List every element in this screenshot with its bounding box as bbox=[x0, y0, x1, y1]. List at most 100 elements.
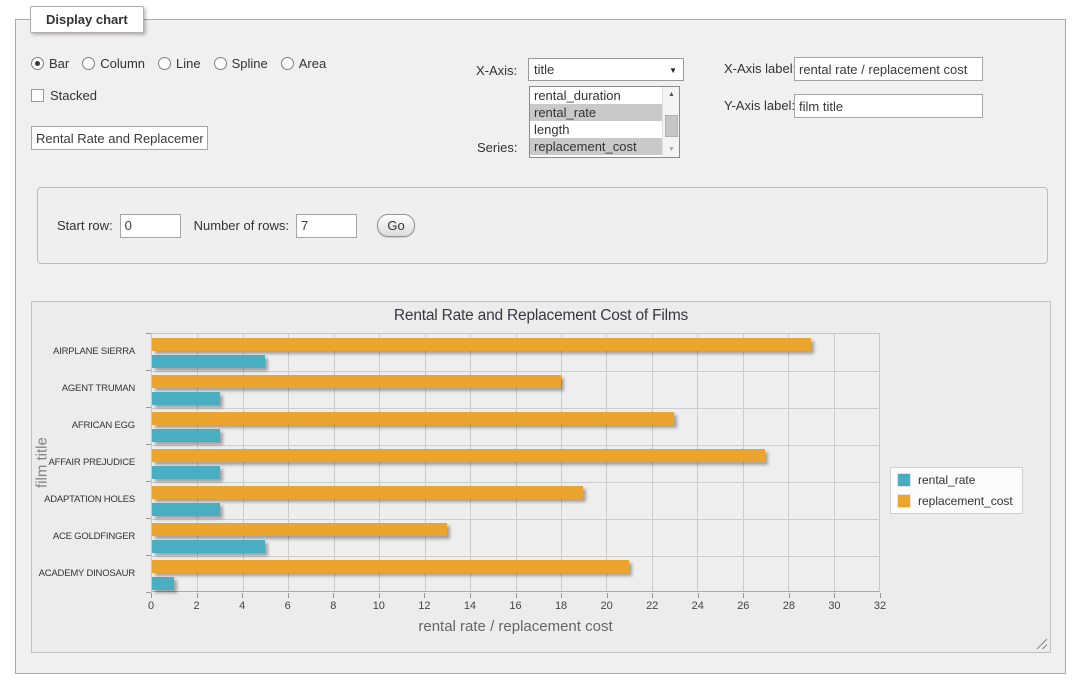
x-tick bbox=[834, 593, 835, 598]
y-category-label: ADAPTATION HOLES bbox=[32, 481, 135, 518]
legend-item-replacement_cost[interactable]: replacement_cost bbox=[897, 494, 1013, 508]
chart-type-radio-column[interactable]: Column bbox=[82, 56, 145, 71]
radio-label: Spline bbox=[232, 56, 268, 71]
x-tick bbox=[607, 593, 608, 598]
bar-rental_rate-adaptation-holes bbox=[152, 503, 220, 516]
radio-icon[interactable] bbox=[31, 57, 44, 70]
scroll-up-icon[interactable]: ▲ bbox=[663, 87, 680, 102]
bar-rental_rate-academy-dinosaur bbox=[152, 577, 174, 590]
radio-icon[interactable] bbox=[158, 57, 171, 70]
x-tick-label: 26 bbox=[737, 600, 749, 612]
num-rows-input[interactable] bbox=[296, 214, 357, 238]
x-axis-label-input[interactable] bbox=[794, 57, 983, 81]
y-category-label: AGENT TRUMAN bbox=[32, 370, 135, 407]
x-tick-label: 14 bbox=[464, 600, 476, 612]
radio-icon[interactable] bbox=[281, 57, 294, 70]
y-tick bbox=[146, 555, 151, 556]
series-list-label: Series: bbox=[477, 140, 517, 155]
series-option-rental_duration[interactable]: rental_duration bbox=[530, 87, 662, 104]
x-tick bbox=[789, 593, 790, 598]
chart-type-radio-area[interactable]: Area bbox=[281, 56, 326, 71]
chart-type-radio-spline[interactable]: Spline bbox=[214, 56, 268, 71]
radio-icon[interactable] bbox=[214, 57, 227, 70]
x-tick bbox=[880, 593, 881, 598]
x-axis-select[interactable]: title ▼ bbox=[528, 58, 684, 81]
panel-title: Display chart bbox=[30, 6, 144, 33]
legend-swatch-icon bbox=[897, 473, 911, 487]
chart-container: Rental Rate and Replacement Cost of Film… bbox=[31, 301, 1051, 653]
bar-replacement_cost-agent-truman bbox=[152, 375, 561, 388]
x-tick bbox=[333, 593, 334, 598]
series-option-replacement_cost[interactable]: replacement_cost bbox=[530, 138, 662, 155]
legend-item-rental_rate[interactable]: rental_rate bbox=[897, 473, 1013, 487]
series-scrollbar[interactable]: ▲ ▼ bbox=[662, 87, 679, 157]
x-tick bbox=[197, 593, 198, 598]
series-option-rental_rate[interactable]: rental_rate bbox=[530, 104, 662, 121]
radio-label: Area bbox=[299, 56, 326, 71]
radio-label: Line bbox=[176, 56, 201, 71]
bar-rental_rate-airplane-sierra bbox=[152, 355, 265, 368]
start-row-input[interactable] bbox=[120, 214, 181, 238]
y-tick bbox=[146, 333, 151, 334]
chart-x-axis-title: rental rate / replacement cost bbox=[151, 618, 880, 635]
y-axis-label-label: Y-Axis label: bbox=[724, 98, 795, 113]
bar-row bbox=[152, 371, 879, 408]
bar-rental_rate-ace-goldfinger bbox=[152, 540, 265, 553]
chart-legend: rental_rate replacement_cost bbox=[890, 467, 1023, 514]
x-tick bbox=[424, 593, 425, 598]
series-option-length[interactable]: length bbox=[530, 121, 662, 138]
bar-row bbox=[152, 482, 879, 519]
y-tick bbox=[146, 444, 151, 445]
start-row-label: Start row: bbox=[57, 218, 113, 233]
chart-type-radios: Bar Column Line Spline Area bbox=[31, 56, 326, 71]
chart-type-radio-bar[interactable]: Bar bbox=[31, 56, 69, 71]
legend-label: rental_rate bbox=[918, 473, 975, 487]
resize-grip-icon[interactable] bbox=[1036, 638, 1047, 649]
y-category-label: ACADEMY DINOSAUR bbox=[32, 555, 135, 592]
go-button[interactable]: Go bbox=[377, 214, 415, 237]
x-tick-label: 0 bbox=[148, 600, 154, 612]
bar-rental_rate-agent-truman bbox=[152, 392, 220, 405]
x-axis-select-label: X-Axis: bbox=[476, 63, 517, 78]
y-tick bbox=[146, 518, 151, 519]
x-tick-label: 28 bbox=[783, 600, 795, 612]
scrollbar-thumb[interactable] bbox=[665, 115, 678, 137]
bar-rental_rate-affair-prejudice bbox=[152, 466, 220, 479]
x-tick-label: 10 bbox=[373, 600, 385, 612]
bar-row bbox=[152, 556, 879, 593]
page: Display chart Bar Column Line Spline Area St… bbox=[0, 0, 1081, 681]
stacked-checkbox[interactable]: Stacked bbox=[31, 88, 97, 103]
x-tick bbox=[242, 593, 243, 598]
chart-type-radio-line[interactable]: Line bbox=[158, 56, 201, 71]
x-tick bbox=[561, 593, 562, 598]
y-tick bbox=[146, 407, 151, 408]
stacked-label: Stacked bbox=[50, 88, 97, 103]
x-tick-label: 24 bbox=[692, 600, 704, 612]
x-tick bbox=[288, 593, 289, 598]
y-category-label: ACE GOLDFINGER bbox=[32, 518, 135, 555]
chevron-down-icon: ▼ bbox=[669, 67, 677, 75]
x-axis-selected-value: title bbox=[534, 62, 554, 77]
bar-row bbox=[152, 334, 879, 371]
x-tick-label: 22 bbox=[646, 600, 658, 612]
bar-replacement_cost-ace-goldfinger bbox=[152, 523, 447, 536]
x-tick bbox=[151, 593, 152, 598]
bar-replacement_cost-airplane-sierra bbox=[152, 338, 811, 351]
x-tick-label: 20 bbox=[601, 600, 613, 612]
bar-rental_rate-african-egg bbox=[152, 429, 220, 442]
bar-replacement_cost-african-egg bbox=[152, 412, 674, 425]
y-tick bbox=[146, 370, 151, 371]
y-axis-label-input[interactable] bbox=[794, 94, 983, 118]
radio-label: Bar bbox=[49, 56, 69, 71]
x-tick-label: 16 bbox=[509, 600, 521, 612]
checkbox-icon[interactable] bbox=[31, 89, 44, 102]
series-listbox[interactable]: rental_durationrental_ratelengthreplacem… bbox=[529, 86, 680, 158]
chart-title-input[interactable] bbox=[31, 126, 208, 150]
rows-form: Start row: Number of rows: Go bbox=[37, 187, 1048, 264]
x-tick-label: 18 bbox=[555, 600, 567, 612]
x-tick-label: 12 bbox=[418, 600, 430, 612]
display-chart-panel: Display chart BarColumnLineSplineArea St… bbox=[15, 19, 1066, 674]
x-tick-label: 6 bbox=[285, 600, 291, 612]
scroll-down-icon[interactable]: ▼ bbox=[663, 142, 680, 157]
radio-icon[interactable] bbox=[82, 57, 95, 70]
